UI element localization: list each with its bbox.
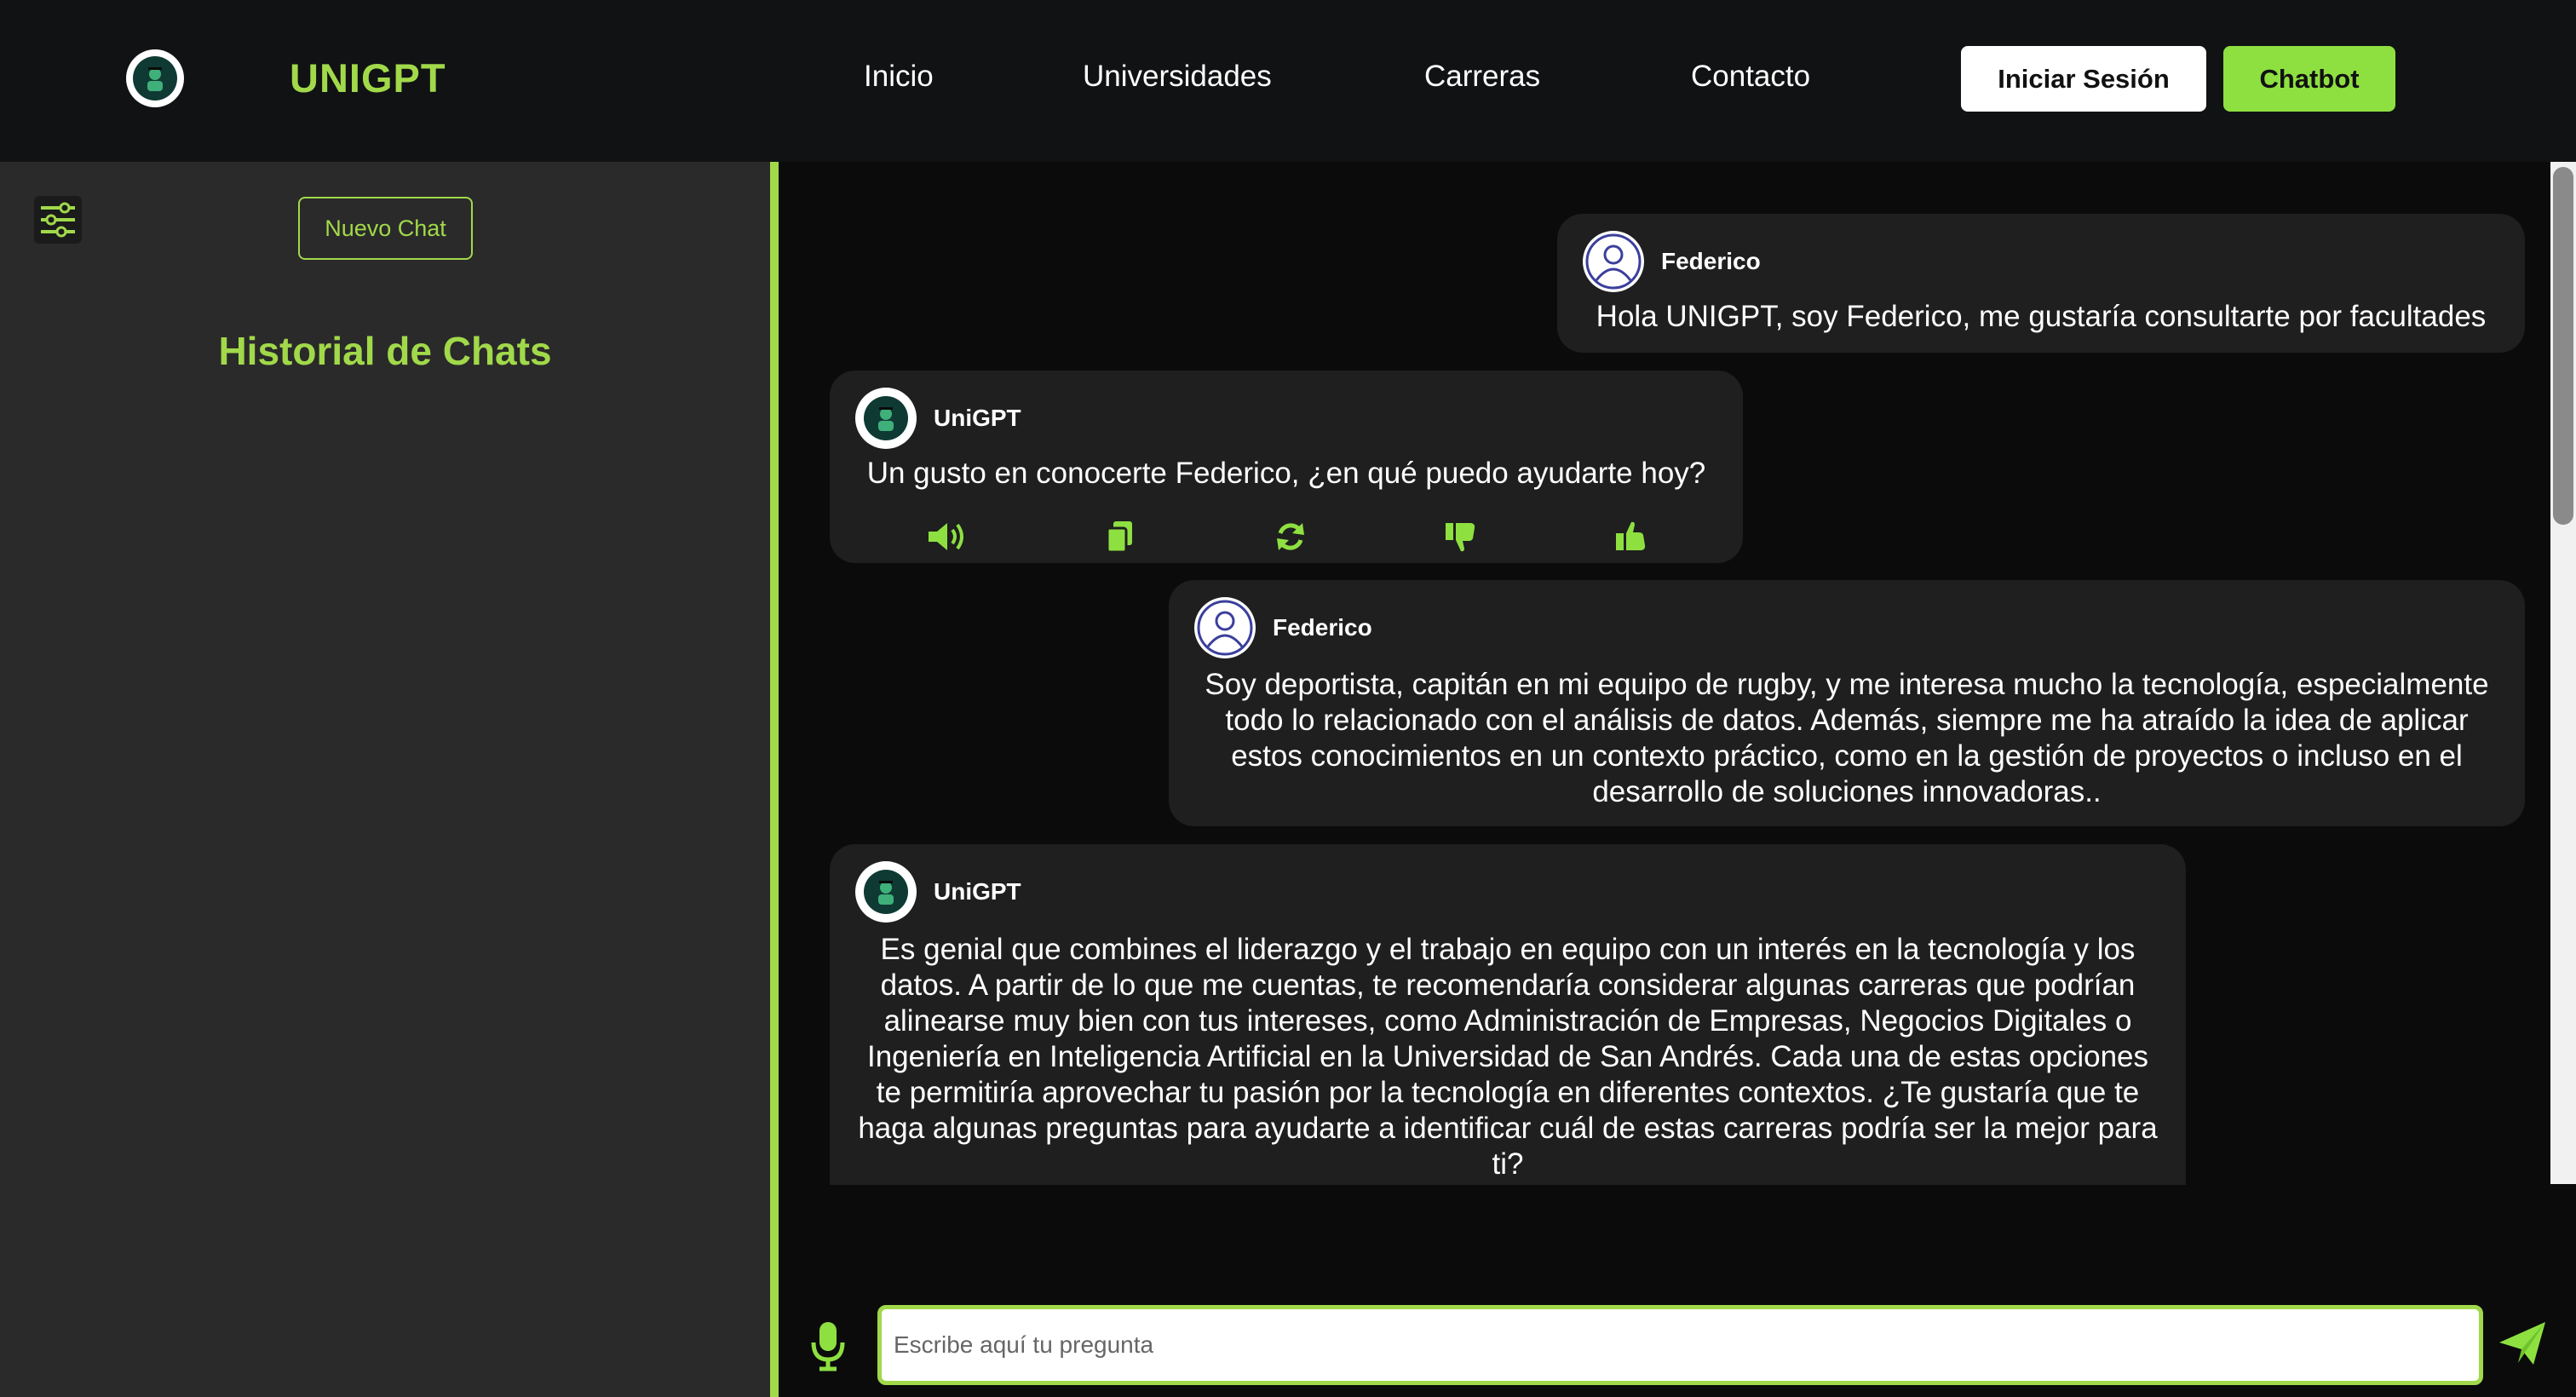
speaker-icon[interactable] <box>924 515 967 558</box>
unigpt-avatar-icon <box>855 388 917 449</box>
message-author: Federico <box>1273 614 1372 641</box>
message-author: UniGPT <box>934 878 1021 905</box>
user-avatar-icon <box>1583 231 1644 292</box>
nav-contacto[interactable]: Contacto <box>1691 60 1810 94</box>
question-input[interactable] <box>882 1309 2479 1381</box>
message-text: Es genial que combines el liderazgo y el… <box>858 933 2158 1181</box>
refresh-icon[interactable] <box>1269 515 1312 558</box>
send-icon[interactable] <box>2496 1317 2549 1370</box>
user-avatar-icon <box>1194 597 1256 658</box>
message-bot: UniGPT Un gusto en conocerte Federico, ¿… <box>830 371 1743 563</box>
message-bot: UniGPT Es genial que combines el lideraz… <box>830 844 2186 1185</box>
copy-icon[interactable] <box>1099 515 1141 558</box>
login-button[interactable]: Iniciar Sesión <box>1961 46 2206 112</box>
thumbs-down-icon[interactable] <box>1440 515 1482 558</box>
message-text: Hola UNIGPT, soy Federico, me gustaría c… <box>1596 300 2487 333</box>
brand-name[interactable]: UNIGPT <box>290 55 446 101</box>
message-author: Federico <box>1661 248 1761 274</box>
chat-scrollbar-thumb[interactable] <box>2553 167 2573 525</box>
question-input-wrapper <box>877 1305 2483 1385</box>
nav-inicio[interactable]: Inicio <box>864 60 934 94</box>
message-user: Federico Hola UNIGPT, soy Federico, me g… <box>1557 214 2525 353</box>
history-title: Historial de Chats <box>218 329 552 373</box>
thumbs-up-icon[interactable] <box>1610 515 1653 558</box>
microphone-icon[interactable] <box>809 1320 847 1371</box>
message-text: Un gusto en conocerte Federico, ¿en qué … <box>866 457 1706 490</box>
message-actions <box>830 515 1743 558</box>
nav-carreras[interactable]: Carreras <box>1424 60 1540 94</box>
sidebar-divider <box>770 162 779 1397</box>
nav-universidades[interactable]: Universidades <box>1083 60 1272 94</box>
unigpt-avatar-icon <box>855 861 917 923</box>
message-text: Soy deportista, capitán en mi equipo de … <box>1205 668 2489 808</box>
sliders-icon[interactable] <box>34 196 82 244</box>
top-navbar: UNIGPT Inicio Universidades Carreras Con… <box>0 0 2576 162</box>
logo-icon[interactable] <box>126 49 184 107</box>
chatbot-button[interactable]: Chatbot <box>2223 46 2395 112</box>
message-author: UniGPT <box>934 405 1021 431</box>
message-user: Federico Soy deportista, capitán en mi e… <box>1169 580 2525 826</box>
new-chat-button[interactable]: Nuevo Chat <box>298 197 473 260</box>
